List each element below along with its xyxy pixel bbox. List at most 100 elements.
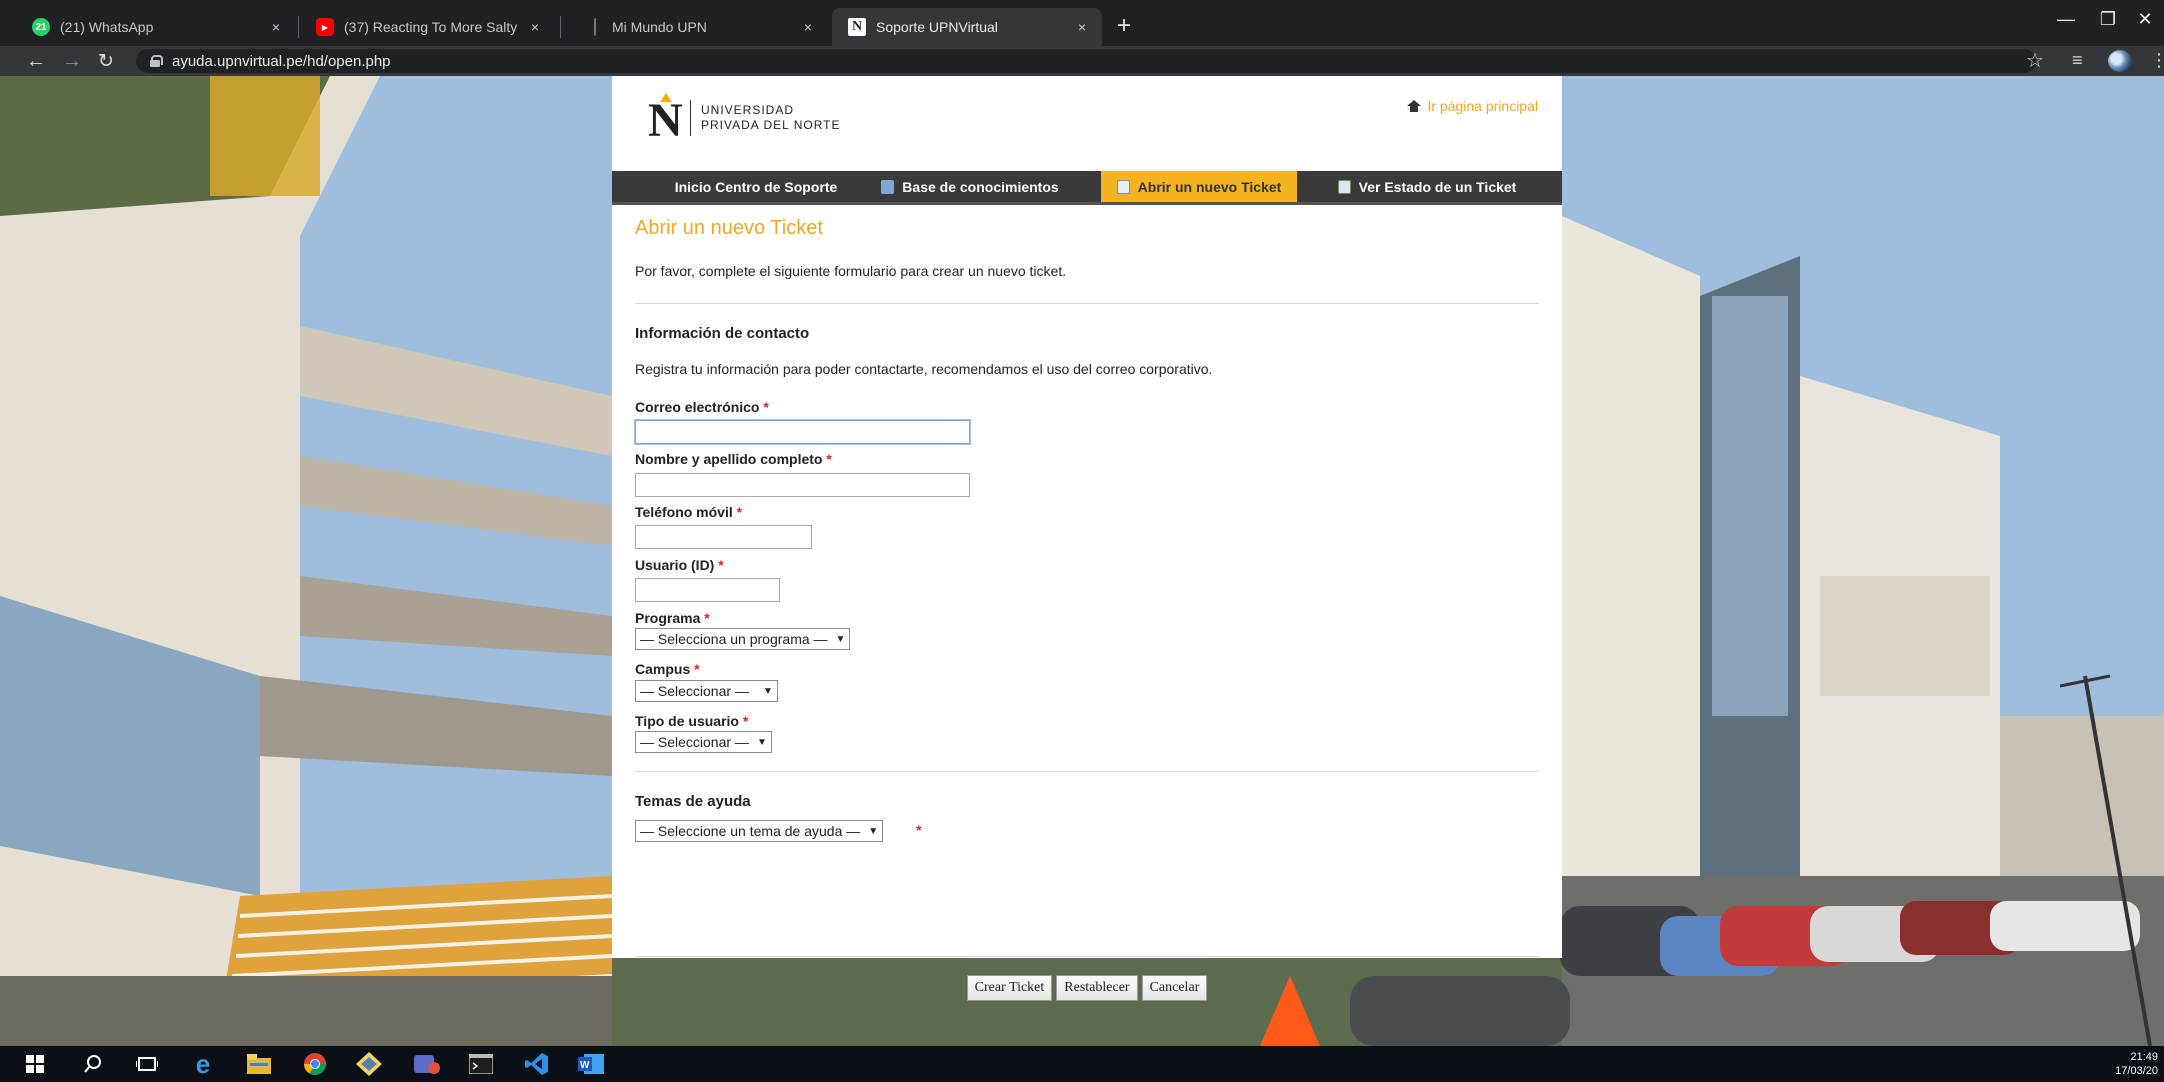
upn-logo-icon: N [848, 18, 866, 36]
window-close-icon[interactable]: ✕ [2126, 4, 2164, 34]
book-icon [881, 179, 895, 194]
upn-icon [594, 18, 598, 36]
search-icon[interactable] [80, 1052, 106, 1076]
tab-title: (21) WhatsApp [60, 19, 154, 35]
home-page-link[interactable]: Ir página principal [1407, 98, 1538, 114]
clock-time: 21:49 [2130, 1051, 2158, 1063]
task-view-icon[interactable] [134, 1052, 160, 1076]
edge-browser-icon[interactable]: e [190, 1049, 216, 1079]
email-label: Correo electrónico * [635, 399, 769, 415]
reading-list-icon[interactable]: ≡ [2072, 50, 2083, 71]
windows-taskbar: e W 21:49 17/03/20 [0, 1046, 2164, 1082]
nav-item-abrir-ticket[interactable]: Abrir un nuevo Ticket [1101, 171, 1297, 202]
upn-logo[interactable]: N UNIVERSIDAD PRIVADA DEL NORTE [646, 92, 841, 147]
home-icon [1407, 100, 1422, 112]
clock-date: 17/03/20 [2115, 1065, 2158, 1077]
ticket-status-icon [1337, 179, 1351, 194]
nav-item-ver-estado[interactable]: Ver Estado de un Ticket [1312, 171, 1542, 202]
tab-separator [560, 16, 561, 38]
logo-text-line2: PRIVADA DEL NORTE [701, 118, 841, 132]
program-label: Programa * [635, 610, 710, 626]
user-id-label: Usuario (ID) * [635, 557, 724, 573]
form-buttons: Crear Ticket Restablecer Cancelar [635, 975, 1539, 1001]
reset-button[interactable]: Restablecer [1056, 975, 1138, 1001]
terminal-icon[interactable] [468, 1052, 494, 1076]
help-topic-select[interactable]: — Seleccione un tema de ayuda — ▼ [635, 820, 884, 842]
help-topic-required-mark: * [916, 822, 922, 838]
chrome-icon[interactable] [302, 1052, 328, 1076]
tab-mi-mundo-upn[interactable]: Mi Mundo UPN × [568, 8, 828, 46]
create-ticket-button[interactable]: Crear Ticket [966, 975, 1053, 1001]
divider [635, 956, 1539, 957]
vscode-icon[interactable] [524, 1052, 550, 1076]
word-icon[interactable]: W [578, 1052, 604, 1076]
user-id-field[interactable] [635, 578, 780, 602]
logo-text-line1: UNIVERSIDAD [701, 103, 795, 117]
contact-text: Registra tu información para poder conta… [635, 361, 1213, 377]
user-type-select[interactable]: — Seleccionar — ▼ [635, 731, 772, 753]
file-explorer-icon[interactable] [246, 1052, 272, 1076]
url-bar[interactable]: ayuda.upnvirtual.pe/hd/open.php [136, 49, 2036, 73]
bookmark-star-icon[interactable]: ☆ [2026, 48, 2044, 73]
campus-select[interactable]: — Seleccionar — ▼ [635, 680, 778, 702]
campus-label: Campus * [635, 661, 700, 677]
upn-n-logo-icon: N [648, 93, 683, 147]
fullname-label: Nombre y apellido completo * [635, 451, 832, 467]
system-clock[interactable]: 21:49 17/03/20 [2115, 1050, 2158, 1078]
tab-title: Mi Mundo UPN [612, 19, 707, 35]
support-nav-bar: Inicio Centro de Soporte Base de conocim… [612, 171, 1562, 205]
cancel-button[interactable]: Cancelar [1141, 975, 1208, 1001]
contact-heading: Información de contacto [635, 325, 810, 342]
tab-soporte-upnvirtual[interactable]: N Soporte UPNVirtual × [832, 8, 1102, 46]
whatsapp-icon: 21 [32, 18, 50, 36]
tab-title: Soporte UPNVirtual [876, 19, 998, 35]
youtube-icon: ▶ [316, 18, 334, 36]
email-field[interactable] [635, 420, 970, 444]
campus-select-value: — Seleccionar — [640, 683, 749, 699]
profile-avatar-icon[interactable] [2108, 50, 2132, 72]
support-page-card: N UNIVERSIDAD PRIVADA DEL NORTE Ir págin… [612, 76, 1562, 1001]
url-text: ayuda.upnvirtual.pe/hd/open.php [172, 52, 391, 70]
help-topic-select-value: — Seleccione un tema de ayuda — [640, 823, 861, 839]
tab-title: (37) Reacting To More Salty Smar [344, 19, 521, 35]
new-ticket-icon [1116, 179, 1130, 194]
page-viewport: N UNIVERSIDAD PRIVADA DEL NORTE Ir págin… [0, 76, 2164, 1046]
close-icon[interactable]: × [804, 19, 812, 35]
back-arrow-icon[interactable]: ← [26, 46, 46, 76]
windows-start-icon[interactable] [22, 1052, 48, 1076]
nav-item-inicio[interactable]: Inicio Centro de Soporte [656, 171, 856, 202]
more-menu-icon[interactable]: ⋮ [2150, 50, 2164, 71]
tab-youtube[interactable]: ▶ (37) Reacting To More Salty Smar × [300, 8, 555, 46]
new-tab-button[interactable]: + [1108, 10, 1140, 42]
nav-item-base-conocimientos[interactable]: Base de conocimientos [870, 171, 1070, 202]
user-type-label: Tipo de usuario * [635, 713, 749, 729]
program-select[interactable]: — Selecciona un programa — ▼ [635, 628, 851, 650]
nav-label: Abrir un nuevo Ticket [1137, 178, 1282, 195]
form-intro: Por favor, complete el siguiente formula… [635, 263, 1067, 279]
nav-label: Base de conocimientos [902, 178, 1059, 195]
fullname-field[interactable] [635, 473, 970, 497]
svg-text:W: W [580, 1060, 590, 1071]
dropdown-arrow-icon: ▼ [756, 736, 767, 748]
git-app-icon[interactable] [356, 1052, 382, 1076]
close-icon[interactable]: × [531, 19, 539, 35]
phone-field[interactable] [635, 525, 812, 549]
dropdown-arrow-icon: ▼ [762, 685, 773, 697]
nav-label: Inicio Centro de Soporte [674, 178, 838, 195]
tab-whatsapp[interactable]: 21 (21) WhatsApp × [16, 8, 296, 46]
lock-icon [150, 55, 163, 67]
tab-separator [298, 16, 299, 38]
page-title: Abrir un nuevo Ticket [635, 217, 823, 239]
forward-arrow-icon[interactable]: → [62, 46, 82, 76]
dropdown-arrow-icon: ▼ [868, 825, 879, 837]
program-select-value: — Selecciona un programa — [640, 631, 828, 647]
notification-app-icon[interactable] [414, 1052, 440, 1076]
browser-tab-bar: 21 (21) WhatsApp × ▶ (37) Reacting To Mo… [0, 0, 2164, 46]
reload-icon[interactable]: ↻ [98, 46, 114, 76]
close-icon[interactable]: × [1078, 19, 1086, 35]
divider [635, 771, 1539, 772]
home-page-link-label: Ir página principal [1427, 98, 1538, 114]
close-icon[interactable]: × [272, 19, 280, 35]
nav-label: Ver Estado de un Ticket [1358, 178, 1517, 195]
phone-label: Teléfono móvil * [635, 504, 743, 520]
